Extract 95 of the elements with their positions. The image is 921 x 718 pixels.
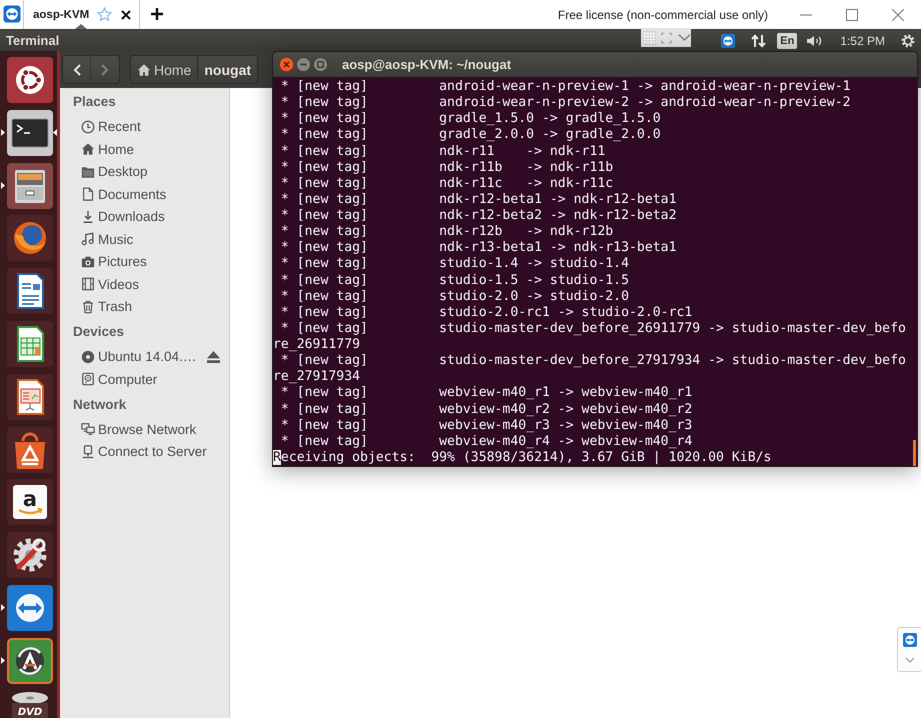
output-line: * [new tag] webview-m40_r4 -> webview-m40_r4: [280, 434, 692, 450]
path-button[interactable]: Home: [130, 55, 198, 84]
film-icon: [81, 277, 95, 292]
sidebar-item[interactable]: Connect to Server: [60, 440, 229, 463]
sidebar-item[interactable]: Browse Network: [60, 418, 229, 440]
clock-icon: [81, 120, 95, 134]
disc-icon: [81, 350, 95, 364]
home-icon: [81, 142, 95, 156]
maximize-icon[interactable]: [313, 57, 328, 72]
wrench-gear-icon[interactable]: [7, 532, 53, 578]
output-line: * [new tag] webview-m40_r2 -> webview-m40_r2: [280, 402, 692, 418]
sidebar-item[interactable]: Recent: [60, 116, 229, 138]
output-line: * [new tag] webview-m40_r1 -> webview-m40_r1: [280, 385, 692, 402]
output-line: * [new tag] gradle_2.0.0 -> gradle_2.0.0: [280, 127, 661, 144]
close-icon[interactable]: [121, 10, 132, 20]
tab[interactable]: aosp-KVM: [23, 0, 140, 29]
trash-icon: [81, 300, 95, 314]
file-cabinet-icon[interactable]: [7, 162, 53, 209]
plus-icon: [151, 8, 163, 20]
path-button[interactable]: nougat: [198, 55, 258, 84]
output-line: * [new tag] studio-2.0-rc1 -> studio-2.0-rc1: [280, 304, 692, 321]
caret-icon: [904, 657, 914, 663]
sidebar-item[interactable]: Trash: [60, 296, 229, 318]
scroll-indicator: [913, 440, 916, 466]
chevron-down-icon[interactable]: [678, 33, 692, 42]
transfer-arrows-icon[interactable]: [751, 34, 766, 48]
section-heading: Network: [72, 396, 128, 414]
hard-drive-icon: [81, 372, 95, 386]
close-icon: [892, 8, 904, 20]
output-line: * [new tag] android-wear-n-preview-1 -> android-wear-n-preview-1: [280, 79, 851, 96]
maximize-icon: [846, 8, 858, 20]
output-line: Receiving objects: 99% (35898/36214), 3.67 GiB | 1020.00 KiB/s: [273, 450, 772, 466]
output-line: * [new tag] studio-2.0 -> studio-2.0: [280, 288, 630, 305]
sidebar-item[interactable]: Ubuntu 14.04.…: [60, 346, 229, 368]
tab-pointer-icon: [75, 24, 87, 29]
output-line: * [new tag] android-wear-n-preview-2 -> android-wear-n-preview-2: [280, 95, 851, 112]
output-line: re_26911779: [273, 337, 360, 354]
output-line: * [new tag] ndk-r11b -> ndk-r11b: [280, 160, 614, 176]
section-heading: Devices: [72, 323, 126, 341]
star-icon[interactable]: [97, 7, 112, 22]
side-panel-tab[interactable]: [897, 627, 921, 672]
output-line: * [new tag] ndk-r11c -> ndk-r11c: [280, 176, 614, 192]
sidebar-item[interactable]: Documents: [60, 183, 229, 206]
sidebar-item[interactable]: Downloads: [60, 206, 229, 228]
window-title: aosp@aosp-KVM: ~/nougat: [342, 57, 512, 72]
download-icon: [81, 210, 95, 224]
chevron-left-icon: [72, 64, 80, 76]
back-button[interactable]: [62, 55, 91, 84]
clock[interactable]: 1:52 PM: [840, 34, 885, 48]
refresh-arrows-icon[interactable]: [7, 638, 53, 684]
document-icon: [81, 187, 95, 202]
output-line: * [new tag] ndk-r12-beta1 -> ndk-r12-beta1: [280, 192, 676, 208]
presentation-icon[interactable]: [7, 374, 53, 420]
spreadsheet-icon[interactable]: [7, 320, 53, 367]
output-line: * [new tag] webview-m40_r3 -> webview-m40_r3: [280, 418, 692, 434]
sidebar-item[interactable]: Pictures: [60, 250, 229, 273]
two-way-arrow-icon: [902, 633, 916, 647]
chevron-right-icon: [101, 64, 109, 76]
sidebar-item[interactable]: Computer: [60, 368, 229, 390]
output-line: * [new tag] studio-master-dev_before_26911779 -> studio-master-dev_befo: [280, 320, 906, 337]
two-way-arrow-icon[interactable]: [721, 34, 736, 48]
sidebar-item[interactable]: Videos: [60, 273, 229, 296]
two-way-arrow-icon: [3, 5, 21, 23]
sidebar-item[interactable]: Home: [60, 138, 229, 160]
terminal-icon[interactable]: [7, 110, 53, 156]
output-line: * [new tag] ndk-r11 -> ndk-r11: [280, 144, 606, 160]
camera-icon: [81, 254, 95, 269]
output-line: re_27917934: [273, 369, 360, 386]
output-line: * [new tag] studio-1.5 -> studio-1.5: [280, 272, 630, 289]
music-note-icon: [81, 232, 95, 246]
output-line: * [new tag] studio-1.4 -> studio-1.4: [280, 256, 630, 272]
section-heading: Places: [72, 93, 117, 111]
shopping-bag-icon[interactable]: [7, 426, 53, 473]
gear-icon[interactable]: [901, 34, 915, 48]
home-icon: [137, 62, 151, 76]
eject-icon[interactable]: [207, 350, 220, 363]
sidebar-item[interactable]: Music: [60, 228, 229, 250]
text-document-icon[interactable]: [7, 268, 53, 314]
folder-icon: [81, 164, 95, 179]
output-line: * [new tag] ndk-r12b -> ndk-r12b: [280, 224, 614, 240]
globe-icon[interactable]: [7, 215, 53, 262]
monitors-icon: [81, 422, 95, 436]
ring-logo-icon[interactable]: [7, 57, 53, 103]
monitor-icon: [81, 444, 95, 459]
letter-logo-icon[interactable]: a: [7, 479, 53, 526]
volume-icon[interactable]: [806, 34, 824, 48]
minimize-icon[interactable]: [296, 57, 311, 72]
license-text: Free license (non-commercial use only): [558, 8, 768, 22]
sidebar-item[interactable]: Desktop: [60, 160, 229, 183]
output-line: * [new tag] gradle_1.5.0 -> gradle_1.5.0: [280, 111, 661, 128]
output-line: * [new tag] ndk-r12-beta2 -> ndk-r12-beta2: [280, 208, 676, 224]
app-name: Terminal: [6, 33, 60, 48]
keyboard-layout-indicator[interactable]: En: [777, 32, 798, 48]
output-line: * [new tag] studio-master-dev_before_27917934 -> studio-master-dev_befo: [280, 353, 906, 370]
output-line: * [new tag] ndk-r13-beta1 -> ndk-r13-beta1: [280, 240, 676, 256]
